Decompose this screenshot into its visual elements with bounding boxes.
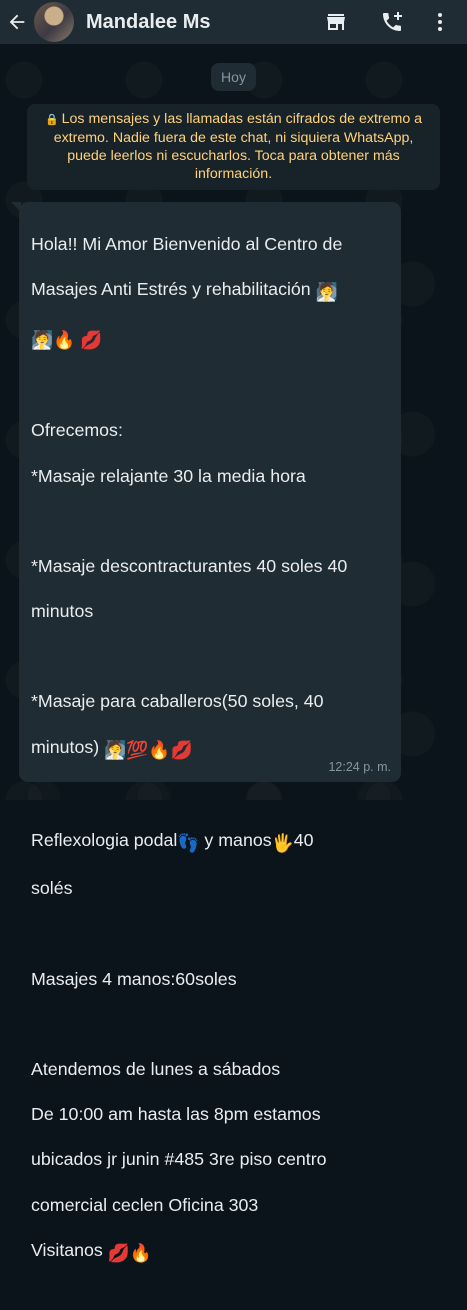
hundred-emoji: 💯 (126, 739, 149, 760)
kiss-emoji: 💋 (80, 329, 103, 350)
message-line: Ofrecemos: (31, 420, 123, 441)
message-line: Reflexologia podal👣 y manos🖐40 (31, 830, 314, 854)
contact-avatar[interactable] (34, 2, 74, 42)
encryption-notice-text: Los mensajes y las llamadas están cifrad… (53, 111, 423, 182)
message-line: minutos (31, 601, 94, 622)
fire-emoji: 🔥 (53, 329, 76, 350)
date-chip: Hoy (211, 63, 256, 91)
chat-header: Mandalee Ms (0, 0, 467, 44)
message-line: Masajes Anti Estrés y rehabilitación 🧖 (31, 278, 338, 302)
contact-name[interactable]: Mandalee Ms (86, 11, 319, 34)
fire-emoji: 🔥 (148, 739, 171, 760)
back-arrow-icon (9, 14, 25, 30)
message-line: ubicados jr junin #485 3re piso centro (31, 1149, 327, 1170)
more-options-button[interactable] (423, 0, 457, 44)
more-vert-icon (438, 13, 442, 31)
footprints-emoji: 👣 (177, 833, 200, 854)
hand-emoji: 🖐 (271, 833, 294, 854)
message-line: *Masaje para caballeros(50 soles, 40 (31, 691, 324, 712)
encryption-notice[interactable]: 🔒 Los mensajes y las llamadas están cifra… (27, 104, 440, 190)
message-line: Masajes 4 manos:60soles (31, 968, 237, 989)
kiss-emoji: 💋 (107, 1242, 130, 1263)
back-button[interactable] (0, 0, 34, 44)
message-line: De 10:00 am hasta las 8pm estamos (31, 1104, 321, 1125)
spa-person-emoji: 🧖 (315, 281, 338, 302)
message-line: 🧖🔥 💋 (31, 326, 391, 352)
catalog-button[interactable] (319, 0, 353, 44)
lock-icon: 🔒 (44, 114, 59, 126)
message-timestamp: 12:24 p. m. (328, 760, 391, 775)
spa-person-emoji: 🧖 (31, 329, 54, 350)
message-line: Hola!! Mi Amor Bienvenido al Centro de (31, 233, 343, 254)
fire-emoji: 🔥 (129, 1242, 153, 1263)
message-line: comercial ceclen Oficina 303 (31, 1194, 259, 1215)
message-line: Visitanos 💋🔥 (31, 1239, 153, 1263)
add-call-icon (383, 12, 402, 31)
spa-person-emoji: 🧖 (104, 739, 127, 760)
message-line: *Masaje descontracturantes 40 soles 40 (31, 555, 348, 576)
kiss-emoji: 💋 (170, 739, 193, 760)
store-icon (327, 14, 345, 30)
message-line: Atendemos de lunes a sábados (31, 1058, 281, 1079)
message-line: solés (31, 878, 73, 899)
add-call-button[interactable] (375, 0, 409, 44)
message-line: *Masaje relajante 30 la media hora (31, 465, 306, 486)
message-bubble[interactable]: Hola!! Mi Amor Bienvenido al Centro de M… (19, 202, 401, 1263)
